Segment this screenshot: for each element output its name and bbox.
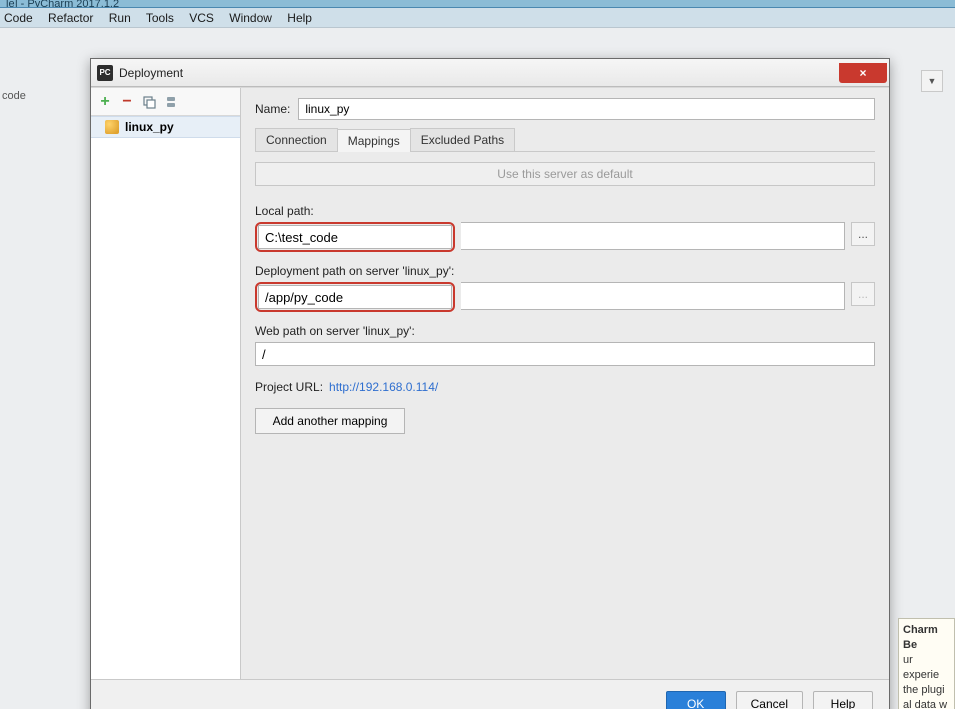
dialog-title: Deployment bbox=[119, 66, 839, 80]
toolbar-dropdown-button[interactable]: ▼ bbox=[921, 70, 943, 92]
ide-title-text: le] - PyCharm 2017.1.2 bbox=[6, 0, 119, 8]
server-name-input[interactable] bbox=[298, 98, 875, 120]
local-path-input[interactable] bbox=[258, 225, 452, 249]
tab-connection[interactable]: Connection bbox=[255, 128, 338, 151]
deployment-path-input-rest[interactable] bbox=[461, 282, 845, 310]
dialog-title-bar: PC Deployment × bbox=[91, 59, 889, 87]
server-item-label: linux_py bbox=[125, 120, 174, 134]
help-button[interactable]: Help bbox=[813, 691, 873, 709]
project-url-label: Project URL: bbox=[255, 380, 323, 394]
notification-popup: Charm Be ur experie the plugi al data w … bbox=[898, 618, 955, 709]
cancel-button[interactable]: Cancel bbox=[736, 691, 803, 709]
local-path-label: Local path: bbox=[255, 204, 875, 218]
menu-run[interactable]: Run bbox=[109, 11, 131, 25]
deployment-dialog: PC Deployment × + − bbox=[90, 58, 890, 709]
ide-menu-bar: Code Refactor Run Tools VCS Window Help bbox=[0, 8, 955, 28]
local-path-input-rest[interactable] bbox=[461, 222, 845, 250]
menu-tools[interactable]: Tools bbox=[146, 11, 174, 25]
server-list-toolbar: + − bbox=[91, 88, 240, 116]
use-server-icon[interactable] bbox=[163, 94, 179, 110]
copy-server-icon[interactable] bbox=[141, 94, 157, 110]
tab-excluded-paths[interactable]: Excluded Paths bbox=[410, 128, 515, 151]
ide-title-bar: le] - PyCharm 2017.1.2 bbox=[0, 0, 955, 8]
use-as-default-button: Use this server as default bbox=[255, 162, 875, 186]
pycharm-icon: PC bbox=[97, 65, 113, 81]
deployment-tabs: Connection Mappings Excluded Paths bbox=[255, 128, 875, 152]
left-tool-label: code bbox=[0, 88, 28, 104]
deployment-path-input[interactable] bbox=[258, 285, 452, 309]
web-path-label: Web path on server 'linux_py': bbox=[255, 324, 875, 338]
server-list: linux_py bbox=[91, 116, 240, 679]
deployment-path-browse-button: ... bbox=[851, 282, 875, 306]
remove-server-icon[interactable]: − bbox=[119, 94, 135, 110]
local-path-highlight bbox=[255, 222, 455, 252]
dialog-button-bar: OK Cancel Help bbox=[91, 679, 889, 709]
close-icon: × bbox=[859, 66, 866, 80]
server-list-panel: + − linux_py bbox=[91, 88, 241, 679]
close-button[interactable]: × bbox=[839, 63, 887, 83]
tab-mappings[interactable]: Mappings bbox=[337, 129, 411, 152]
popup-line: al data w bbox=[903, 698, 950, 709]
add-server-icon[interactable]: + bbox=[97, 94, 113, 110]
menu-help[interactable]: Help bbox=[287, 11, 312, 25]
local-path-browse-button[interactable]: ... bbox=[851, 222, 875, 246]
web-path-input[interactable] bbox=[255, 342, 875, 366]
popup-line: ur experie bbox=[903, 653, 950, 683]
menu-window[interactable]: Window bbox=[229, 11, 272, 25]
name-label: Name: bbox=[255, 102, 290, 116]
menu-code[interactable]: Code bbox=[4, 11, 33, 25]
popup-line: the plugi bbox=[903, 683, 950, 698]
menu-refactor[interactable]: Refactor bbox=[48, 11, 93, 25]
add-another-mapping-button[interactable]: Add another mapping bbox=[255, 408, 405, 434]
deployment-path-highlight bbox=[255, 282, 455, 312]
ok-button[interactable]: OK bbox=[666, 691, 726, 709]
deployment-path-label: Deployment path on server 'linux_py': bbox=[255, 264, 875, 278]
menu-vcs[interactable]: VCS bbox=[189, 11, 214, 25]
server-item-linux-py[interactable]: linux_py bbox=[91, 116, 240, 138]
ide-body: code ▼ PC Deployment × + − bbox=[0, 28, 955, 709]
popup-line: Charm Be bbox=[903, 623, 950, 653]
project-url-link[interactable]: http://192.168.0.114/ bbox=[329, 380, 438, 394]
web-deployment-icon bbox=[105, 120, 119, 134]
deployment-content: Name: Connection Mappings Excluded Paths… bbox=[241, 88, 889, 679]
